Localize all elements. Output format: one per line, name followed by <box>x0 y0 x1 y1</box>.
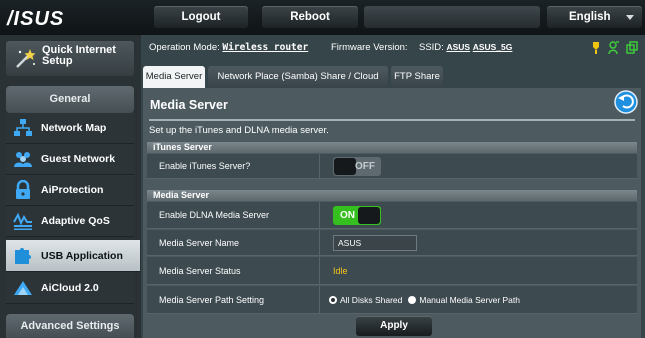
radio-label: All Disks Shared <box>340 294 403 305</box>
dlna-toggle[interactable]: ON <box>333 205 381 225</box>
ssid-label: SSID: <box>419 42 444 53</box>
sidebar-item-network-map[interactable]: Network Map <box>6 113 134 144</box>
page-description: Set up the iTunes and DLNA media server. <box>149 125 329 136</box>
tab-media-server[interactable]: Media Server <box>143 66 205 88</box>
network-map-icon <box>14 119 32 136</box>
copy-icon[interactable] <box>626 41 638 55</box>
media-server-status-row: Media Server Status Idle <box>147 257 637 285</box>
ssid: SSID: ASUS ASUS_5G <box>419 42 512 53</box>
itunes-enable-label: Enable iTunes Server? <box>147 154 320 178</box>
user-icon[interactable] <box>608 41 620 55</box>
media-server-path-label: Media Server Path Setting <box>147 286 320 313</box>
itunes-toggle[interactable]: OFF <box>333 156 381 176</box>
title-divider <box>149 119 635 121</box>
toggle-state: ON <box>340 209 355 221</box>
sidebar-item-label: USB Application <box>41 250 123 262</box>
general-heading: General <box>6 86 134 113</box>
media-server-path-row: Media Server Path Setting All Disks Shar… <box>147 286 637 314</box>
quick-internet-setup-label: Quick Internet Setup <box>42 44 116 67</box>
page-title: Media Server <box>150 98 228 112</box>
svg-text:/ISUS: /ISUS <box>6 8 64 30</box>
apply-button[interactable]: Apply <box>356 316 432 336</box>
toggle-state: OFF <box>355 160 375 172</box>
radio-all-disks-shared[interactable]: All Disks Shared <box>329 295 402 305</box>
ssid-5g-link[interactable]: ASUS_5G <box>473 42 513 52</box>
dlna-enable-row: Enable DLNA Media Server ON <box>147 202 637 229</box>
radio-manual-path[interactable]: Manual Media Server Path <box>408 295 520 305</box>
ssid-2g-link[interactable]: ASUS <box>446 42 470 52</box>
radio-selected-icon <box>329 295 337 304</box>
media-server-status-label: Media Server Status <box>147 257 320 284</box>
chevron-down-icon <box>626 15 634 20</box>
sidebar-item-aicloud[interactable]: AiCloud 2.0 <box>6 273 134 304</box>
quick-internet-setup-button[interactable]: Quick Internet Setup <box>6 41 134 76</box>
back-arrow-icon[interactable] <box>614 90 638 114</box>
advanced-settings-heading: Advanced Settings <box>6 314 134 338</box>
sidebar-item-label: Guest Network <box>41 153 116 165</box>
operation-mode: Operation Mode: Wireless router <box>149 42 308 53</box>
main-content: Operation Mode: Wireless router Firmware… <box>141 35 645 338</box>
itunes-enable-row: Enable iTunes Server? OFF <box>147 154 637 179</box>
sidebar-item-label: AiProtection <box>41 184 104 196</box>
guest-network-icon <box>14 152 32 167</box>
sidebar-item-label: AiCloud 2.0 <box>41 282 99 294</box>
toggle-knob <box>358 206 380 224</box>
itunes-section-header: iTunes Server <box>147 142 637 153</box>
asus-logo: /ISUS <box>6 8 64 30</box>
language-select[interactable]: English <box>547 6 642 28</box>
sidebar-item-label: Network Map <box>41 122 107 134</box>
top-bar: /ISUS Logout Reboot English <box>0 0 645 35</box>
media-server-name-label: Media Server Name <box>147 230 320 255</box>
media-server-panel: Media Server Set up the iTunes and DLNA … <box>143 88 641 338</box>
radio-unselected-icon <box>408 295 417 304</box>
dlna-enable-label: Enable DLNA Media Server <box>147 202 320 228</box>
operation-mode-label: Operation Mode: <box>149 42 220 53</box>
logout-button[interactable]: Logout <box>154 6 248 28</box>
radio-label: Manual Media Server Path <box>419 294 520 305</box>
qos-icon <box>13 212 32 230</box>
sidebar-item-usb-application[interactable]: USB Application <box>6 240 140 272</box>
status-badge: Idle <box>333 265 348 276</box>
firmware-version-label: Firmware Version: <box>331 42 408 53</box>
usb-indicator-icon[interactable] <box>590 41 602 55</box>
tab-network-place-samba[interactable]: Network Place (Samba) Share / Cloud Disk <box>208 66 388 104</box>
top-bar-spacer <box>364 6 540 28</box>
magic-wand-icon <box>16 49 36 68</box>
reboot-button[interactable]: Reboot <box>262 6 358 28</box>
lock-icon <box>16 180 30 199</box>
puzzle-icon <box>15 248 31 264</box>
status-bar: Operation Mode: Wireless router Firmware… <box>141 35 645 63</box>
sidebar-item-guest-network[interactable]: Guest Network <box>6 144 134 175</box>
sidebar-item-aiprotection[interactable]: AiProtection <box>6 175 134 206</box>
media-server-section-header: Media Server <box>147 190 637 201</box>
cloud-icon <box>14 281 32 295</box>
media-server-name-input[interactable]: ASUS <box>333 234 417 251</box>
toggle-knob <box>334 157 356 175</box>
sidebar-item-label: Adaptive QoS <box>41 215 110 227</box>
operation-mode-link[interactable]: Wireless router <box>222 42 308 53</box>
tab-ftp-share[interactable]: FTP Share <box>391 66 443 88</box>
sidebar-item-adaptive-qos[interactable]: Adaptive QoS <box>6 206 134 237</box>
media-server-name-row: Media Server Name ASUS <box>147 230 637 256</box>
language-label: English <box>569 11 611 23</box>
